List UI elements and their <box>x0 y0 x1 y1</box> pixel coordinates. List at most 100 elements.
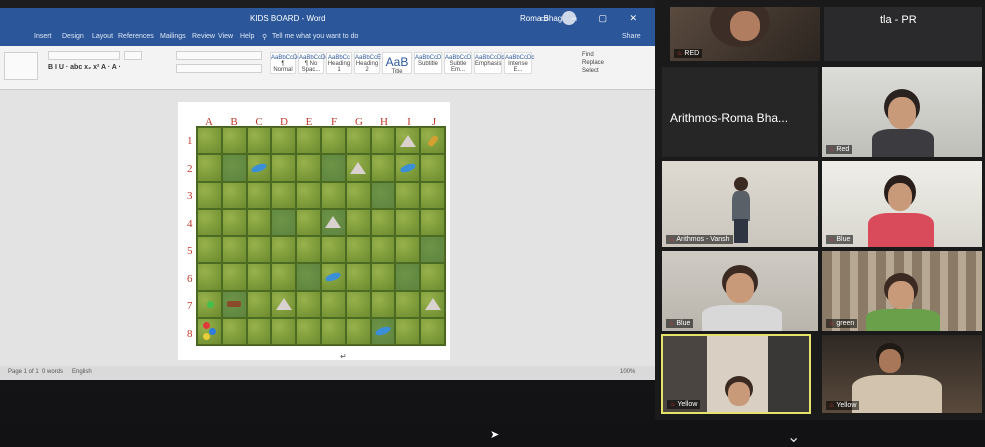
board-cell[interactable] <box>320 181 346 209</box>
format-buttons[interactable]: B I U · abc x₂ x² A · A · <box>48 64 121 71</box>
board-cell[interactable] <box>345 181 371 209</box>
board-cell[interactable] <box>246 127 272 155</box>
video-tile-red[interactable]: RED <box>669 6 821 62</box>
tab-design[interactable]: Design <box>62 33 84 40</box>
board-cell[interactable] <box>246 154 272 182</box>
board-cell[interactable] <box>320 290 346 318</box>
video-tile-vansh[interactable]: Arithmos - Vansh <box>661 160 819 248</box>
board-cell[interactable] <box>395 236 421 264</box>
video-tile-green[interactable]: green <box>821 250 983 332</box>
video-tile-blue-2[interactable]: Blue <box>661 250 819 332</box>
board-cell[interactable] <box>221 263 247 291</box>
board-cell[interactable] <box>370 263 396 291</box>
style-subtitle[interactable]: AaBbCcD Subtitle <box>414 52 442 74</box>
font-name-select[interactable] <box>48 51 120 60</box>
board-cell[interactable] <box>197 208 222 236</box>
style-intense-emphasis[interactable]: AaBbCcDc Intense E... <box>504 52 534 74</box>
board-cell[interactable] <box>197 181 222 209</box>
tab-mailings[interactable]: Mailings <box>160 33 186 40</box>
board-cell[interactable] <box>271 263 297 291</box>
board-cell[interactable] <box>271 290 297 318</box>
tab-insert[interactable]: Insert <box>34 33 52 40</box>
board-cell[interactable] <box>296 236 321 264</box>
board-cell[interactable] <box>395 181 421 209</box>
board-cell[interactable] <box>420 127 445 155</box>
board-cell[interactable] <box>296 317 321 345</box>
board-cell[interactable] <box>320 127 346 155</box>
board-cell[interactable] <box>197 317 222 345</box>
green-token-icon[interactable] <box>207 300 214 308</box>
share-button[interactable]: Share <box>622 33 641 40</box>
board-cell[interactable] <box>345 236 371 264</box>
board-cell[interactable] <box>345 127 371 155</box>
board-cell[interactable] <box>420 236 445 264</box>
board-cell[interactable] <box>221 127 247 155</box>
select-button[interactable]: Select <box>582 67 604 75</box>
board-cell[interactable] <box>221 181 247 209</box>
chevron-down-icon[interactable]: ⌄ <box>787 427 800 447</box>
board-cell[interactable] <box>370 181 396 209</box>
board-cell[interactable] <box>320 236 346 264</box>
font-size-select[interactable] <box>124 51 142 60</box>
board-cell[interactable] <box>246 181 272 209</box>
alignment-buttons[interactable] <box>176 64 262 73</box>
board-cell[interactable] <box>420 154 445 182</box>
board-cell[interactable] <box>271 208 297 236</box>
board-cell[interactable] <box>246 236 272 264</box>
tab-review[interactable]: Review <box>192 33 215 40</box>
board-cell[interactable] <box>370 154 396 182</box>
style-normal[interactable]: AaBbCcDc ¶ Normal <box>270 52 300 74</box>
board-cell[interactable] <box>370 290 396 318</box>
tab-layout[interactable]: Layout <box>92 33 113 40</box>
board-cell[interactable] <box>420 263 445 291</box>
board-cell[interactable] <box>395 317 421 345</box>
board-cell[interactable] <box>246 290 272 318</box>
board-cell[interactable] <box>320 317 346 345</box>
board-cell[interactable] <box>221 208 247 236</box>
board-cell[interactable] <box>221 317 247 345</box>
style-heading-1[interactable]: AaBbCc Heading 1 <box>326 52 352 74</box>
video-tile-red-2[interactable]: Red <box>821 66 983 158</box>
lightbulb-icon[interactable]: ⚲ <box>262 33 267 41</box>
board-cell[interactable] <box>296 290 321 318</box>
board-cell[interactable] <box>197 154 222 182</box>
video-tile-yellow-active[interactable]: Yellow <box>661 334 811 414</box>
board-cell[interactable] <box>320 208 346 236</box>
board-cell[interactable] <box>420 317 445 345</box>
style-heading-2[interactable]: AaBbCcE Heading 2 <box>354 52 381 74</box>
zoom-level[interactable]: 100% <box>620 369 635 375</box>
board-cell[interactable] <box>221 154 247 182</box>
board-cell[interactable] <box>221 236 247 264</box>
find-button[interactable]: Find <box>582 51 604 59</box>
board-cell[interactable] <box>320 154 346 182</box>
board-cell[interactable] <box>395 154 421 182</box>
board-cell[interactable] <box>296 263 321 291</box>
board-cell[interactable] <box>370 317 396 345</box>
paragraph-buttons[interactable] <box>176 51 262 60</box>
board-cell[interactable] <box>271 181 297 209</box>
board-cell[interactable] <box>296 181 321 209</box>
replace-button[interactable]: Replace <box>582 59 604 67</box>
tab-help[interactable]: Help <box>240 33 254 40</box>
document-page[interactable]: ABCDEFGHIJ 12345678 <box>178 102 450 360</box>
game-board[interactable] <box>196 126 446 346</box>
board-cell[interactable] <box>345 317 371 345</box>
board-cell[interactable] <box>296 208 321 236</box>
style-subtle-emphasis[interactable]: AaBbCcD Subtle Em... <box>444 52 472 74</box>
tab-view[interactable]: View <box>218 33 233 40</box>
style-emphasis[interactable]: AaBbCcDc Emphasis <box>474 52 504 74</box>
video-tile-yellow[interactable]: Yellow <box>821 334 983 414</box>
window-controls[interactable]: ▭ – ▢ ✕ <box>540 13 647 24</box>
yellow-token-icon[interactable] <box>203 332 210 340</box>
board-cell[interactable] <box>246 263 272 291</box>
style-title[interactable]: AaB Title <box>382 52 412 75</box>
board-cell[interactable] <box>271 154 297 182</box>
board-cell[interactable] <box>296 154 321 182</box>
paste-button[interactable] <box>4 52 38 80</box>
board-cell[interactable] <box>271 236 297 264</box>
board-cell[interactable] <box>197 236 222 264</box>
board-cell[interactable] <box>320 263 346 291</box>
board-cell[interactable] <box>370 236 396 264</box>
board-cell[interactable] <box>271 127 297 155</box>
board-cell[interactable] <box>271 317 297 345</box>
